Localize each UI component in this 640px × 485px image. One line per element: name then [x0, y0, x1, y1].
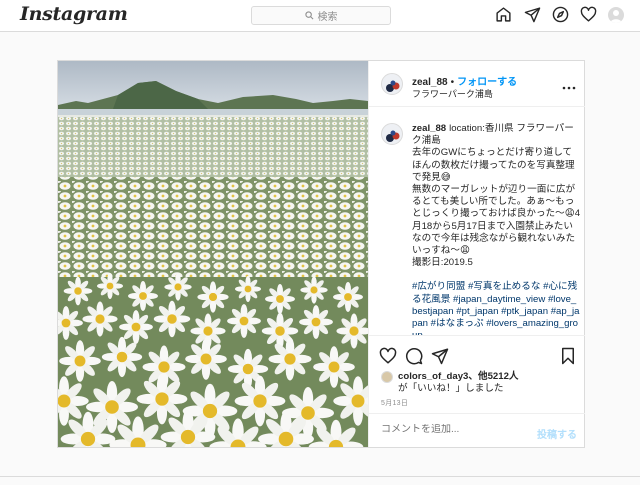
likes-summary: colors_of_day3、他5212人 が「いいね！」しました [381, 371, 581, 401]
post-photo[interactable] [58, 61, 368, 447]
poster-avatar[interactable] [381, 73, 403, 95]
likes-count[interactable]: 、他5212人 [468, 371, 518, 382]
location-link[interactable]: フラワーパーク浦島 [412, 87, 493, 100]
search-icon [304, 11, 313, 20]
direct-icon[interactable] [524, 6, 541, 23]
caption-line: 無数のマーガレットが辺り一面に広がるとても美しい所でした。あぁ〜もっとじっくり撮… [412, 184, 581, 257]
heart-icon[interactable] [379, 347, 397, 365]
action-bar [369, 335, 585, 373]
caption-text: zeal_88 location:香川県 フラワーパーク浦島 去年のGWにちょっと… [412, 123, 581, 335]
daisy-field-photo [58, 61, 368, 447]
post-header: zeal_88 • フォローする フラワーパーク浦島 [369, 61, 585, 107]
home-icon[interactable] [495, 6, 512, 23]
top-navigation-bar: Instagram 検索 [0, 0, 640, 32]
comment-icon[interactable] [405, 347, 423, 365]
more-options-icon[interactable] [562, 78, 576, 90]
likes-suffix: が「いいね！」しました [398, 383, 504, 394]
comment-bar: 投稿する [369, 413, 585, 447]
liker-avatar[interactable] [381, 371, 393, 383]
caption-hashtags[interactable]: #広がり同盟 #写真を止めるな #心に残る花風景 #japan_daytime_… [412, 281, 581, 335]
bookmark-icon[interactable] [559, 347, 577, 365]
caption-line: 去年のGWにちょっとだけ寄り道してほんの数枚だけ撮ってたのを写真整理で発見😅 [412, 147, 575, 183]
post-header-user: zeal_88 • フォローする [412, 73, 517, 88]
caption-line: 撮影日:2019.5 [412, 257, 473, 269]
comment-input[interactable] [381, 424, 531, 435]
liker-username[interactable]: colors_of_day3 [398, 371, 468, 382]
instagram-logo[interactable]: Instagram [20, 3, 128, 25]
activity-icon[interactable] [580, 6, 597, 23]
search-box[interactable]: 検索 [251, 6, 391, 25]
post-sidebar: zeal_88 • フォローする フラワーパーク浦島 zeal_88 location… [368, 61, 585, 447]
share-icon[interactable] [431, 347, 449, 365]
post-card: zeal_88 • フォローする フラワーパーク浦島 zeal_88 location… [57, 60, 585, 448]
caption-username[interactable]: zeal_88 [412, 123, 446, 134]
caption-area: zeal_88 location:香川県 フラワーパーク浦島 去年のGWにちょっと… [381, 123, 581, 335]
profile-avatar[interactable] [608, 7, 624, 23]
post-comment-button[interactable]: 投稿する [537, 426, 577, 441]
post-date[interactable]: 5月13日 [381, 398, 408, 408]
explore-icon[interactable] [552, 6, 569, 23]
caption-avatar[interactable] [381, 123, 403, 145]
likes-line: colors_of_day3、他5212人 [398, 371, 519, 383]
search-placeholder: 検索 [317, 12, 338, 23]
footer-divider [0, 476, 640, 477]
